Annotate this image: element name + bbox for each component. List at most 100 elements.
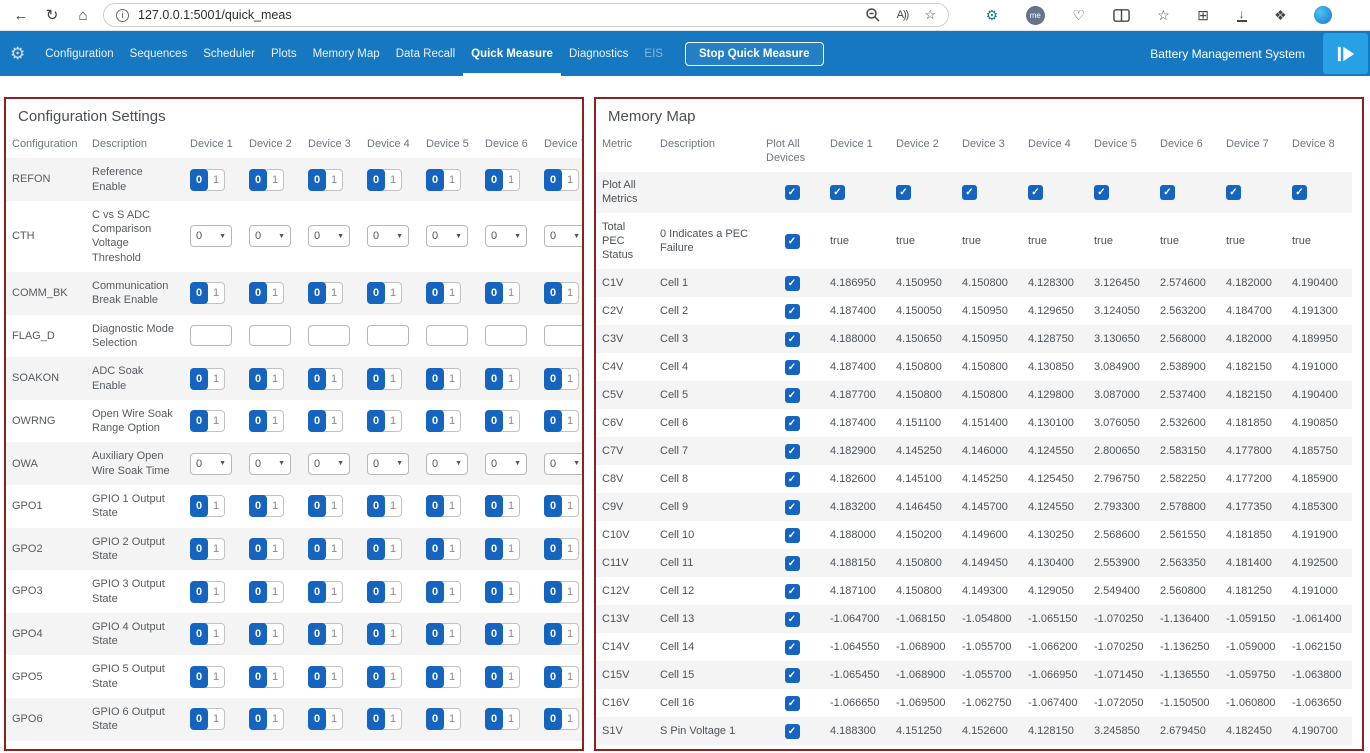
toggle-option-0[interactable]: 0	[544, 282, 562, 304]
toggle-option-1[interactable]: 1	[208, 709, 224, 729]
toggle-owrng-device-6[interactable]: 01	[485, 410, 520, 432]
plot-checkbox-c8v[interactable]: ✓	[785, 472, 800, 487]
downloads-icon[interactable]: ↓	[1237, 9, 1247, 22]
toggle-option-0[interactable]: 0	[367, 169, 385, 191]
toggle-option-1[interactable]: 1	[208, 283, 224, 303]
toggle-soakon-device-2[interactable]: 01	[249, 368, 284, 390]
toggle-option-1[interactable]: 1	[267, 624, 283, 644]
toggle-option-0[interactable]: 0	[190, 666, 208, 688]
toggle-option-1[interactable]: 1	[267, 496, 283, 516]
input-flag-d-device-7[interactable]	[544, 325, 584, 346]
toggle-option-1[interactable]: 1	[267, 667, 283, 687]
toggle-gpo4-device-1[interactable]: 01	[190, 623, 225, 645]
toggle-option-0[interactable]: 0	[485, 410, 503, 432]
toggle-option-1[interactable]: 1	[208, 667, 224, 687]
toggle-gpo5-device-5[interactable]: 01	[426, 666, 461, 688]
plot-checkbox-c1v[interactable]: ✓	[785, 276, 800, 291]
toggle-option-1[interactable]: 1	[385, 411, 401, 431]
toggle-refon-device-7[interactable]: 01	[544, 169, 579, 191]
toggle-comm-bk-device-1[interactable]: 01	[190, 282, 225, 304]
toggle-option-0[interactable]: 0	[426, 368, 444, 390]
toggle-option-1[interactable]: 1	[444, 624, 460, 644]
nav-item-sequences[interactable]: Sequences	[122, 31, 196, 76]
toggle-option-1[interactable]: 1	[267, 369, 283, 389]
toggle-option-1[interactable]: 1	[267, 539, 283, 559]
favorites-bar-icon[interactable]: ☆	[1157, 7, 1170, 24]
toggle-option-1[interactable]: 1	[562, 283, 578, 303]
toggle-option-1[interactable]: 1	[503, 539, 519, 559]
toggle-option-1[interactable]: 1	[326, 624, 342, 644]
browser-essentials-icon[interactable]: ♡	[1072, 7, 1085, 24]
plot-checkbox-c14v[interactable]: ✓	[785, 640, 800, 655]
toggle-gpo4-device-7[interactable]: 01	[544, 623, 579, 645]
toggle-gpo1-device-6[interactable]: 01	[485, 495, 520, 517]
dropdown-cth-device-4[interactable]: 0▼	[367, 225, 409, 247]
toggle-option-0[interactable]: 0	[190, 410, 208, 432]
toggle-option-0[interactable]: 0	[426, 623, 444, 645]
plot-checkbox-c15v[interactable]: ✓	[785, 668, 800, 683]
toggle-option-0[interactable]: 0	[544, 368, 562, 390]
toggle-option-1[interactable]: 1	[444, 667, 460, 687]
dropdown-cth-device-6[interactable]: 0▼	[485, 225, 527, 247]
toggle-soakon-device-7[interactable]: 01	[544, 368, 579, 390]
stop-quick-measure-button[interactable]: Stop Quick Measure	[685, 42, 824, 66]
input-flag-d-device-3[interactable]	[308, 325, 350, 346]
nav-item-eis[interactable]: EIS	[636, 31, 671, 76]
input-flag-d-device-6[interactable]	[485, 325, 527, 346]
toggle-gpo4-device-6[interactable]: 01	[485, 623, 520, 645]
toggle-soakon-device-4[interactable]: 01	[367, 368, 402, 390]
toggle-option-0[interactable]: 0	[367, 368, 385, 390]
toggle-option-1[interactable]: 1	[385, 582, 401, 602]
toggle-option-0[interactable]: 0	[308, 581, 326, 603]
toggle-option-0[interactable]: 0	[190, 708, 208, 730]
toggle-owrng-device-1[interactable]: 01	[190, 410, 225, 432]
toggle-refon-device-2[interactable]: 01	[249, 169, 284, 191]
plot-checkbox-total-pec-status[interactable]: ✓	[785, 234, 800, 249]
toggle-option-1[interactable]: 1	[326, 539, 342, 559]
toggle-option-0[interactable]: 0	[367, 581, 385, 603]
toggle-gpo3-device-6[interactable]: 01	[485, 581, 520, 603]
toggle-option-1[interactable]: 1	[326, 582, 342, 602]
toggle-option-0[interactable]: 0	[308, 282, 326, 304]
toggle-gpo2-device-5[interactable]: 01	[426, 538, 461, 560]
plot-checkbox-plot-all-metrics[interactable]: ✓	[785, 185, 800, 200]
device-6-plot-all-checkbox[interactable]: ✓	[1160, 185, 1175, 200]
toggle-refon-device-3[interactable]: 01	[308, 169, 343, 191]
toggle-option-1[interactable]: 1	[562, 624, 578, 644]
toggle-gpo3-device-2[interactable]: 01	[249, 581, 284, 603]
settings-service-icon[interactable]: ⚙	[986, 7, 999, 24]
toggle-option-0[interactable]: 0	[367, 623, 385, 645]
dropdown-owa-device-5[interactable]: 0▼	[426, 453, 468, 475]
toggle-gpo2-device-7[interactable]: 01	[544, 538, 579, 560]
toggle-option-0[interactable]: 0	[544, 410, 562, 432]
dropdown-cth-device-7[interactable]: 0▼	[544, 225, 584, 247]
toggle-option-0[interactable]: 0	[308, 368, 326, 390]
plot-checkbox-c3v[interactable]: ✓	[785, 332, 800, 347]
nav-item-diagnostics[interactable]: Diagnostics	[561, 31, 636, 76]
toggle-option-1[interactable]: 1	[208, 369, 224, 389]
toggle-option-1[interactable]: 1	[385, 369, 401, 389]
dropdown-cth-device-2[interactable]: 0▼	[249, 225, 291, 247]
toggle-gpo2-device-2[interactable]: 01	[249, 538, 284, 560]
zoom-out-icon[interactable]	[865, 7, 881, 23]
toggle-option-1[interactable]: 1	[385, 624, 401, 644]
run-button[interactable]	[1323, 33, 1368, 74]
toggle-option-1[interactable]: 1	[267, 709, 283, 729]
toggle-owrng-device-4[interactable]: 01	[367, 410, 402, 432]
toggle-refon-device-4[interactable]: 01	[367, 169, 402, 191]
toggle-gpo1-device-5[interactable]: 01	[426, 495, 461, 517]
plot-checkbox-c13v[interactable]: ✓	[785, 612, 800, 627]
toggle-option-0[interactable]: 0	[190, 623, 208, 645]
toggle-option-0[interactable]: 0	[190, 282, 208, 304]
toggle-option-0[interactable]: 0	[544, 169, 562, 191]
toggle-gpo3-device-3[interactable]: 01	[308, 581, 343, 603]
toggle-owrng-device-7[interactable]: 01	[544, 410, 579, 432]
toggle-option-0[interactable]: 0	[426, 538, 444, 560]
toggle-option-0[interactable]: 0	[485, 666, 503, 688]
toggle-option-1[interactable]: 1	[562, 539, 578, 559]
plot-checkbox-c7v[interactable]: ✓	[785, 444, 800, 459]
toggle-gpo5-device-2[interactable]: 01	[249, 666, 284, 688]
plot-checkbox-c10v[interactable]: ✓	[785, 528, 800, 543]
toggle-option-1[interactable]: 1	[385, 170, 401, 190]
toggle-option-0[interactable]: 0	[308, 538, 326, 560]
